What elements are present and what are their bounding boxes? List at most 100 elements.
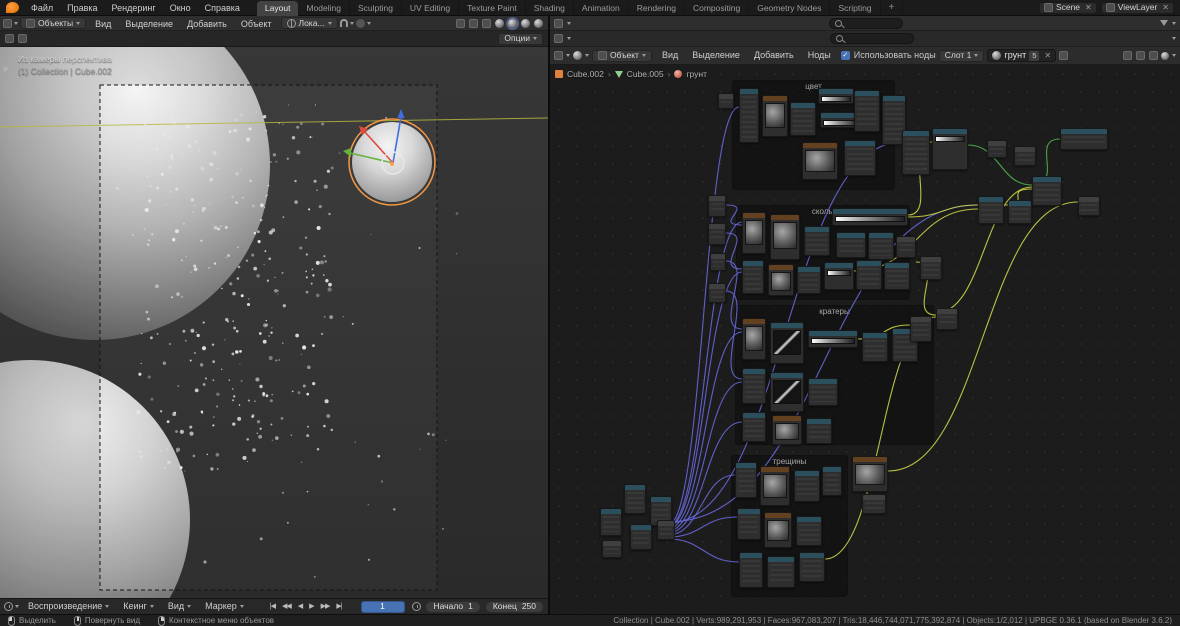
shading-material-icon[interactable] <box>521 19 530 28</box>
shader-node[interactable] <box>920 256 942 280</box>
viewlayer-remove-button[interactable]: ✕ <box>1160 4 1169 12</box>
shader-node[interactable] <box>978 196 1004 224</box>
shader-node[interactable] <box>710 253 726 271</box>
shader-node[interactable] <box>902 130 930 175</box>
shader-node[interactable] <box>824 262 854 290</box>
tool-option-icon[interactable] <box>18 34 27 43</box>
viewport-3d[interactable]: Из камеры перспектива (1) Collection | C… <box>0 47 548 598</box>
shader-node[interactable] <box>770 372 804 412</box>
shader-node[interactable] <box>1032 176 1062 206</box>
shader-node[interactable] <box>772 415 802 445</box>
shader-node[interactable] <box>844 140 876 176</box>
node-menu-вид[interactable]: Вид <box>655 47 685 63</box>
shader-node[interactable] <box>600 508 622 536</box>
shader-node[interactable] <box>762 95 788 137</box>
workspace-tab-scripting[interactable]: Scripting <box>830 1 880 16</box>
menu-рендеринг[interactable]: Рендеринг <box>105 0 163 16</box>
shader-node[interactable] <box>854 90 880 132</box>
shader-node[interactable] <box>770 322 804 364</box>
shader-node[interactable] <box>799 552 825 582</box>
timeline-menu-воспроизведение[interactable]: Воспроизведение <box>21 599 116 615</box>
shader-target-dropdown[interactable]: Объект <box>592 50 652 62</box>
material-name-widget[interactable]: грунт 5 ✕ <box>987 49 1056 62</box>
shader-node[interactable] <box>760 466 790 506</box>
workspace-tab-sculpting[interactable]: Sculpting <box>350 1 402 16</box>
visibility-icon[interactable] <box>456 19 465 28</box>
snap-magnet-icon[interactable] <box>340 19 348 27</box>
selected-sphere[interactable] <box>352 122 432 202</box>
overlays-icon[interactable] <box>469 19 478 28</box>
shader-node[interactable] <box>862 494 886 514</box>
add-workspace-button[interactable]: + <box>881 1 904 16</box>
workspace-tab-shading[interactable]: Shading <box>526 1 574 16</box>
arrange-icon[interactable] <box>1149 51 1158 60</box>
menu-файл[interactable]: Файл <box>24 0 60 16</box>
gizmo-z-arrow[interactable] <box>398 109 405 118</box>
gizmo-y-arrow[interactable] <box>343 148 351 157</box>
filter-funnel-icon[interactable] <box>1160 20 1168 26</box>
node-editor-icon[interactable] <box>554 51 563 60</box>
scene-unlink-button[interactable]: ✕ <box>1083 4 1092 12</box>
shader-node[interactable] <box>718 93 734 109</box>
workspace-tab-uv-editing[interactable]: UV Editing <box>402 1 459 16</box>
node-menu-ноды[interactable]: Ноды <box>801 47 838 63</box>
shader-node[interactable] <box>862 332 888 362</box>
next-keyframe-button[interactable]: ▶▶ <box>318 603 333 610</box>
workspace-tab-modeling[interactable]: Modeling <box>298 1 350 16</box>
xray-icon[interactable] <box>482 19 491 28</box>
pin-icon[interactable] <box>1059 51 1068 60</box>
current-frame-field[interactable]: 1 <box>361 601 405 613</box>
shader-node[interactable] <box>742 260 764 294</box>
shader-node[interactable] <box>602 540 622 558</box>
shader-node[interactable] <box>1008 200 1032 224</box>
shader-node[interactable] <box>742 412 766 442</box>
shader-node[interactable] <box>768 264 794 296</box>
material-unlink-button[interactable]: ✕ <box>1042 52 1051 60</box>
shader-node[interactable] <box>822 466 842 496</box>
editor-type-icon[interactable] <box>3 19 12 28</box>
shader-node[interactable] <box>808 330 858 348</box>
jump-start-button[interactable]: |◀ <box>267 603 278 610</box>
mode-dropdown[interactable]: Объекты <box>20 17 86 29</box>
shader-node[interactable] <box>708 223 726 245</box>
workspace-tab-animation[interactable]: Animation <box>574 1 629 16</box>
shader-node[interactable] <box>764 512 792 548</box>
proportional-editing-icon[interactable] <box>356 19 365 28</box>
shader-node[interactable] <box>770 214 800 260</box>
timeline-menu-кеинг[interactable]: Кеинг <box>116 599 161 615</box>
properties-search-input[interactable] <box>830 33 914 44</box>
shader-node[interactable] <box>936 308 958 330</box>
overlay-options-icon[interactable] <box>1136 51 1145 60</box>
shader-node[interactable] <box>836 232 866 258</box>
breadcrumb-item[interactable]: Cube.002 <box>567 70 604 79</box>
properties-editor-icon[interactable] <box>554 34 563 43</box>
breadcrumb-item[interactable]: Cube.005 <box>627 70 664 79</box>
shader-node[interactable] <box>818 88 854 104</box>
menu-правка[interactable]: Правка <box>60 0 104 16</box>
material-users-button[interactable]: 5 <box>1029 51 1039 61</box>
shader-node[interactable] <box>708 195 726 217</box>
workspace-tab-layout[interactable]: Layout <box>257 1 299 16</box>
jump-end-button[interactable]: ▶| <box>333 603 344 610</box>
shader-node[interactable] <box>808 378 838 406</box>
toolbar-expand-icon[interactable] <box>4 66 9 72</box>
shader-node[interactable] <box>794 470 820 502</box>
workspace-tab-texture-paint[interactable]: Texture Paint <box>459 1 526 16</box>
shader-node[interactable] <box>1078 196 1100 216</box>
options-dropdown[interactable]: Опции <box>498 33 543 45</box>
snapping-target-icon[interactable] <box>1161 52 1169 60</box>
asteroid-sphere-large[interactable] <box>0 47 270 340</box>
node-menu-выделение[interactable]: Выделение <box>685 47 747 63</box>
shader-node[interactable] <box>856 260 882 290</box>
viewport-menu-объект[interactable]: Объект <box>234 16 279 32</box>
snap-magnet-icon[interactable] <box>1123 51 1132 60</box>
viewlayer-selector[interactable]: ViewLayer ✕ <box>1101 2 1174 14</box>
workspace-tab-geometry-nodes[interactable]: Geometry Nodes <box>749 1 830 16</box>
shader-node[interactable] <box>932 128 968 170</box>
shader-node[interactable] <box>884 262 910 290</box>
prev-keyframe-button[interactable]: ◀◀ <box>279 603 294 610</box>
shader-node[interactable] <box>742 212 766 254</box>
asteroid-sphere-bottom[interactable] <box>0 360 190 598</box>
shader-node[interactable] <box>1060 128 1108 150</box>
workspace-tab-rendering[interactable]: Rendering <box>629 1 685 16</box>
